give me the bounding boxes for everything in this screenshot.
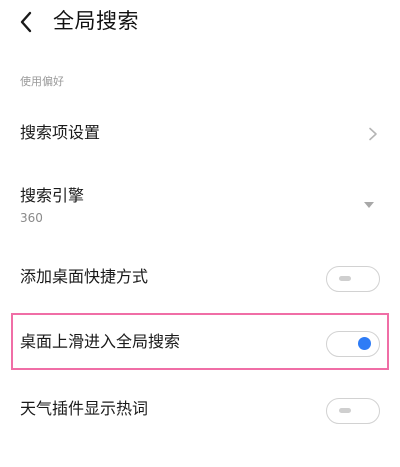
toggle-knob — [358, 337, 371, 350]
chevron-left-icon — [20, 11, 32, 33]
row-title: 添加桌面快捷方式 — [20, 267, 149, 286]
swipe-up-global-search-toggle[interactable] — [326, 331, 380, 357]
header-bar: 全局搜索 — [0, 0, 400, 48]
row-title: 天气插件显示热词 — [20, 399, 149, 418]
chevron-right-icon — [369, 127, 377, 141]
weather-widget-hot-words-row[interactable]: 天气插件显示热词 — [0, 384, 400, 436]
row-title: 搜索项设置 — [20, 123, 101, 142]
add-desktop-shortcut-row[interactable]: 添加桌面快捷方式 — [0, 252, 400, 304]
back-button[interactable] — [14, 8, 38, 36]
swipe-up-global-search-row[interactable]: 桌面上滑进入全局搜索 — [0, 316, 400, 368]
search-engine-row[interactable]: 搜索引擎 360 — [0, 172, 400, 236]
toggle-knob — [339, 276, 351, 281]
page-title: 全局搜索 — [53, 9, 139, 33]
caret-down-icon — [364, 202, 374, 208]
section-label: 使用偏好 — [20, 75, 64, 88]
search-items-settings-row[interactable]: 搜索项设置 — [0, 108, 400, 160]
weather-widget-hot-words-toggle[interactable] — [326, 398, 380, 424]
row-title: 桌面上滑进入全局搜索 — [20, 332, 181, 351]
search-engine-value: 360 — [20, 211, 43, 225]
toggle-knob — [339, 408, 351, 413]
row-title: 搜索引擎 — [20, 186, 85, 205]
add-desktop-shortcut-toggle[interactable] — [326, 266, 380, 292]
settings-page: 全局搜索 使用偏好 搜索项设置 搜索引擎 360 添加桌面快捷方式 桌面上滑进入… — [0, 0, 400, 467]
